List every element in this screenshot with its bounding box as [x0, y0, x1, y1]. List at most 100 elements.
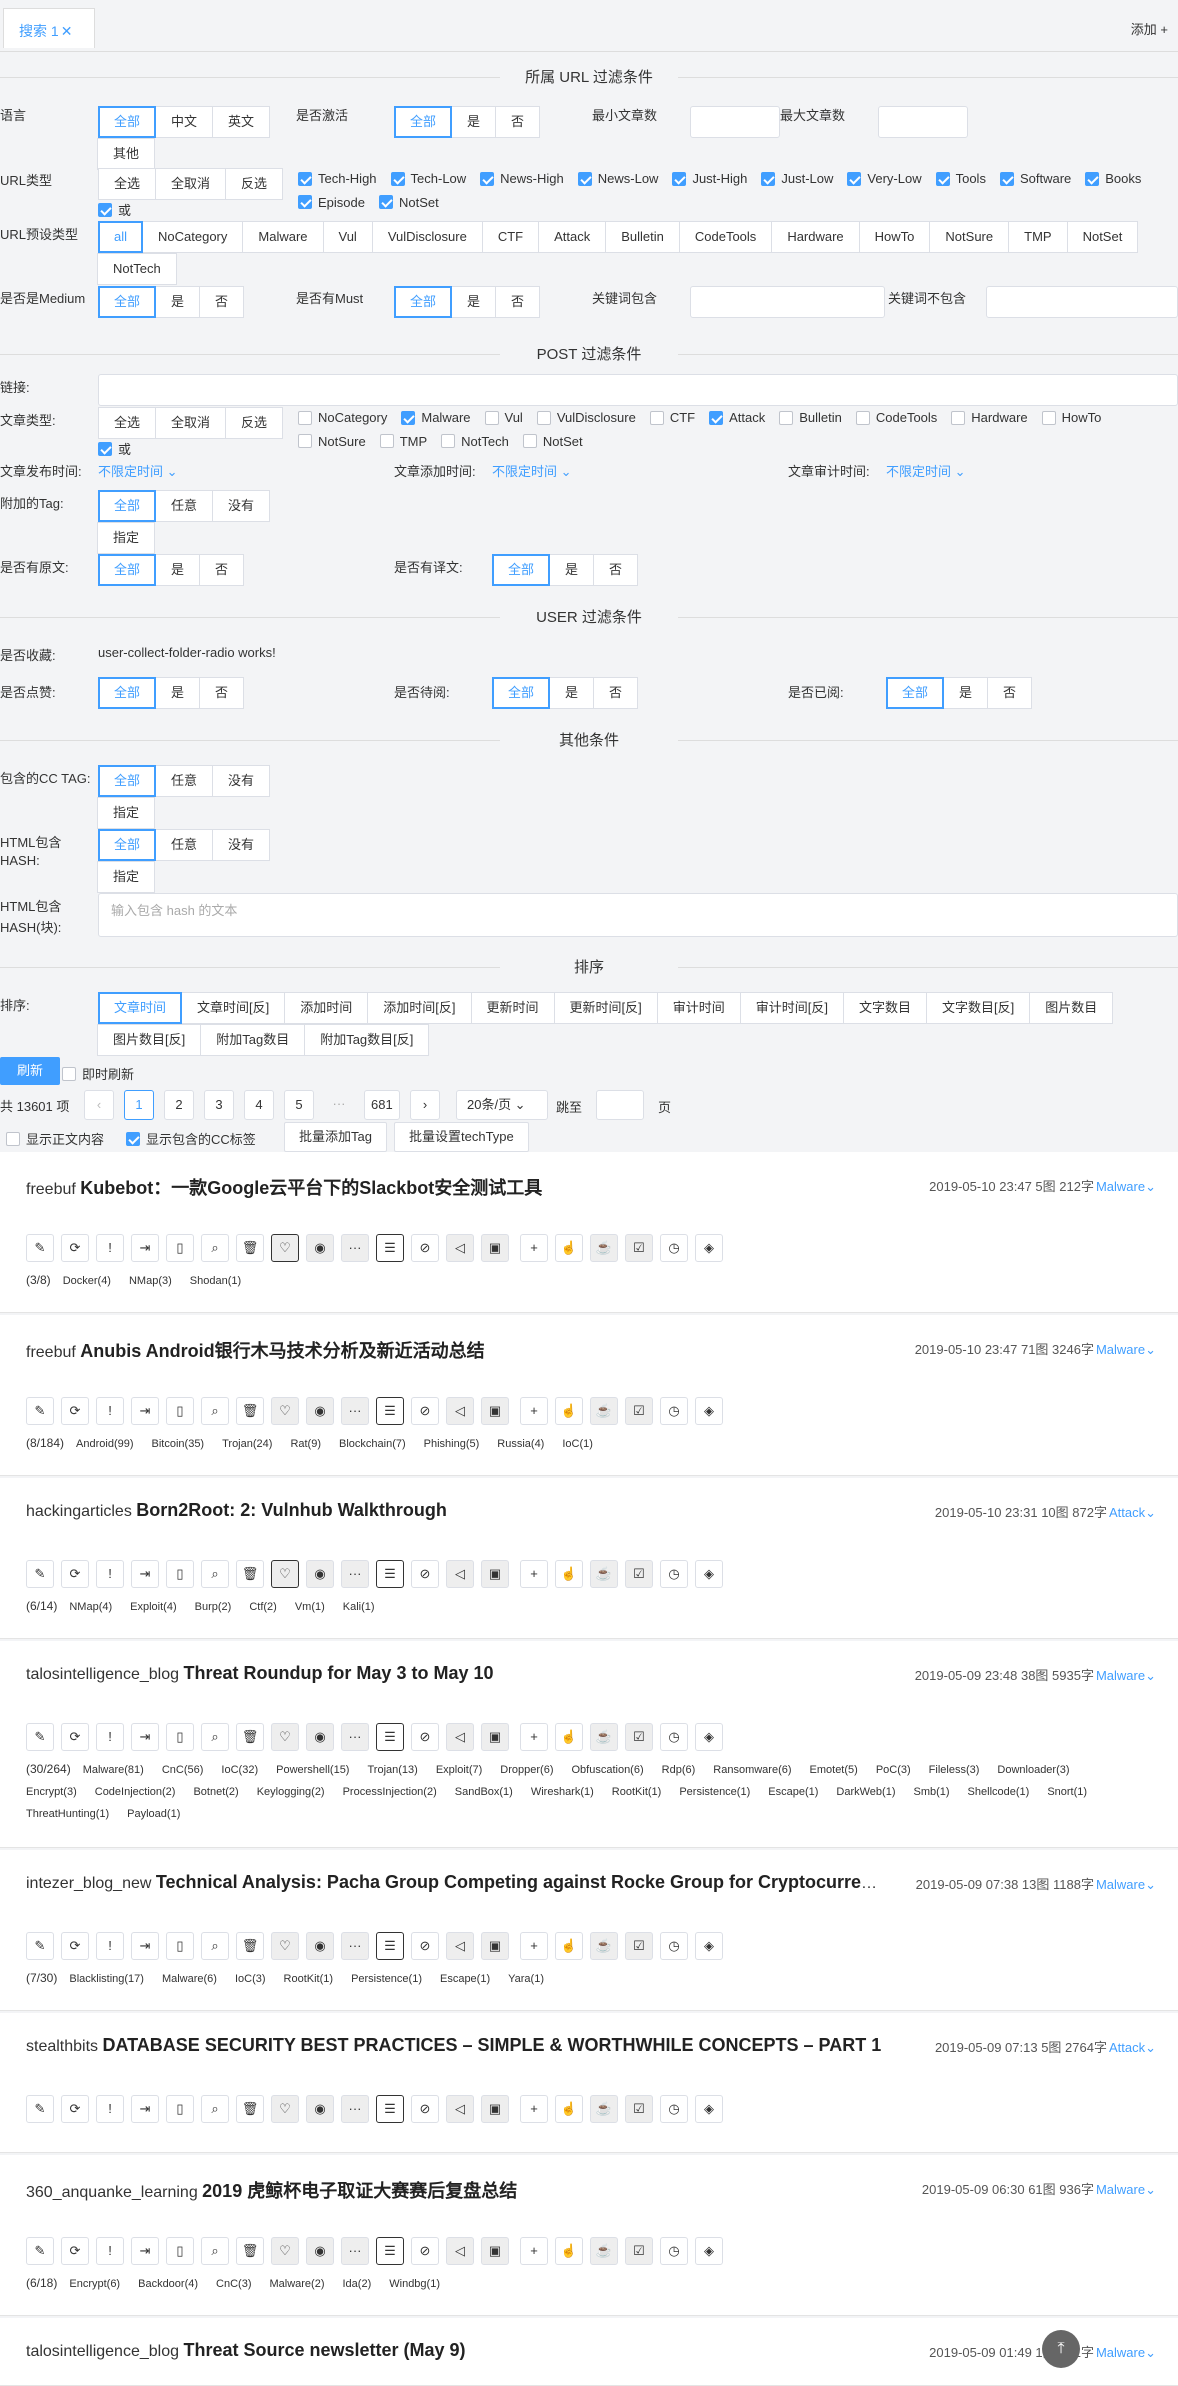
forward-icon[interactable]: ⇥: [131, 1932, 159, 1960]
post-category-select[interactable]: Attack⌄: [1109, 2040, 1156, 2055]
bulb-icon[interactable]: ♡: [271, 1234, 299, 1262]
coffee-icon[interactable]: ☕: [590, 1723, 618, 1751]
thumbs-up-icon[interactable]: ☝: [555, 1397, 583, 1425]
coffee-icon[interactable]: ☕: [590, 1234, 618, 1262]
list-icon[interactable]: ☰: [376, 1723, 404, 1751]
delete-icon[interactable]: 🗑: [236, 2095, 264, 2123]
copy-icon[interactable]: ▯: [166, 2095, 194, 2123]
audit-time-select[interactable]: 不限定时间 ⌄: [886, 461, 966, 480]
alert-icon[interactable]: !: [96, 2237, 124, 2265]
attached-tag-radio-option[interactable]: 指定: [97, 522, 156, 554]
todo-radio-option[interactable]: 否: [593, 677, 639, 709]
html-hash-radio-option[interactable]: 没有: [212, 829, 271, 861]
search-icon[interactable]: ⌕: [201, 1234, 229, 1262]
thumbs-up-icon[interactable]: ☝: [555, 1234, 583, 1262]
lang-radio-option[interactable]: 其他: [97, 138, 156, 170]
eye-icon[interactable]: ◉: [306, 1397, 334, 1425]
post-tag[interactable]: Ransomware(6): [713, 1759, 791, 1781]
checkbox-box[interactable]: [761, 171, 776, 186]
checkbox-box[interactable]: [847, 171, 862, 186]
post-tag[interactable]: CnC(56): [162, 1759, 204, 1781]
tag-icon[interactable]: ◈: [695, 1723, 723, 1751]
like-radio-option[interactable]: 是: [155, 677, 201, 709]
attached-tag-radio-option[interactable]: 任意: [155, 490, 214, 522]
html-hash-radio-option[interactable]: 全部: [98, 829, 157, 861]
search-icon[interactable]: ⌕: [201, 1560, 229, 1588]
post-tag[interactable]: Ida(2): [343, 2273, 372, 2295]
coffee-icon[interactable]: ☕: [590, 1560, 618, 1588]
url-preset-radio-option[interactable]: CTF: [481, 221, 540, 253]
checkbox-box[interactable]: [62, 1066, 76, 1081]
sort-radio-option[interactable]: 审计时间[反]: [739, 992, 844, 1024]
post-tag[interactable]: ThreatHunting(1): [26, 1803, 109, 1825]
refresh-icon[interactable]: ⟳: [61, 1397, 89, 1425]
more-icon[interactable]: ···: [341, 2095, 369, 2123]
show-body-checkbox[interactable]: 显示正文内容: [6, 1129, 104, 1148]
copy-icon[interactable]: ▯: [166, 1932, 194, 1960]
post-tag[interactable]: Exploit(4): [130, 1596, 176, 1618]
coffee-icon[interactable]: ☕: [590, 2095, 618, 2123]
mute-icon[interactable]: ◁: [446, 1397, 474, 1425]
page-ellipsis[interactable]: ···: [324, 1090, 354, 1120]
clock-icon[interactable]: ◷: [660, 1397, 688, 1425]
checkbox-box[interactable]: [298, 171, 312, 186]
checkbox-box[interactable]: [98, 202, 112, 217]
tag-icon[interactable]: ◈: [695, 1397, 723, 1425]
post-title[interactable]: 2019 虎鲸杯电子取证大赛赛后复盘总结: [202, 2181, 517, 2201]
clock-icon[interactable]: ◷: [660, 1723, 688, 1751]
url-preset-radio-option[interactable]: NoCategory: [142, 221, 244, 253]
alert-icon[interactable]: !: [96, 1397, 124, 1425]
url-type-checks-checkbox[interactable]: Episode: [298, 192, 365, 213]
sort-radio-option[interactable]: 文字数目[反]: [926, 992, 1031, 1024]
medium-radio-option[interactable]: 是: [155, 286, 201, 318]
post-type-checks-checkbox[interactable]: NotSure: [298, 431, 366, 452]
post-tag[interactable]: Rat(9): [290, 1433, 321, 1455]
attached-tag-radio-option[interactable]: 没有: [212, 490, 271, 522]
refresh-icon[interactable]: ⟳: [61, 1723, 89, 1751]
sort-radio-option[interactable]: 图片数目: [1029, 992, 1114, 1024]
checkbox-box[interactable]: [951, 410, 966, 425]
has-original-radio-option[interactable]: 全部: [98, 554, 157, 586]
eye-icon[interactable]: ◉: [306, 1932, 334, 1960]
clock-icon[interactable]: ◷: [660, 2095, 688, 2123]
checkbox-box[interactable]: [441, 434, 456, 448]
link-icon[interactable]: ⊘: [411, 2237, 439, 2265]
post-category-select[interactable]: Malware⌄: [1096, 2182, 1156, 2197]
edit-icon[interactable]: ✎: [26, 2237, 54, 2265]
tag-icon[interactable]: ◈: [695, 2095, 723, 2123]
checkbox-box[interactable]: [999, 171, 1014, 186]
post-title[interactable]: Technical Analysis: Pacha Group Competin…: [156, 1872, 886, 1892]
list-icon[interactable]: ☰: [376, 1397, 404, 1425]
post-tag[interactable]: Ctf(2): [249, 1596, 277, 1618]
search-icon[interactable]: ⌕: [201, 1932, 229, 1960]
active-radio-option[interactable]: 全部: [394, 106, 453, 138]
edit-icon[interactable]: ✎: [26, 1397, 54, 1425]
post-category-select[interactable]: Malware⌄: [1096, 2345, 1156, 2360]
tag-icon[interactable]: ◈: [695, 1932, 723, 1960]
url-type-checks-checkbox[interactable]: News-Low: [577, 168, 658, 189]
max-count-input[interactable]: [878, 106, 968, 138]
post-tag[interactable]: Android(99): [76, 1433, 133, 1455]
thumbs-up-icon[interactable]: ☝: [555, 1932, 583, 1960]
sort-radio-option[interactable]: 添加时间[反]: [367, 992, 472, 1024]
edit-icon[interactable]: ✎: [26, 1234, 54, 1262]
mute-icon[interactable]: ◁: [446, 1234, 474, 1262]
url-type-buttons-option[interactable]: 全选: [98, 168, 157, 200]
post-tag[interactable]: Rdp(6): [662, 1759, 696, 1781]
copy-icon[interactable]: ▯: [166, 1560, 194, 1588]
post-type-checks-checkbox[interactable]: NotTech: [441, 431, 509, 452]
checkbox-box[interactable]: [709, 410, 724, 425]
post-tag[interactable]: Shodan(1): [190, 1270, 241, 1292]
checkbox-box[interactable]: [522, 434, 537, 448]
archive-icon[interactable]: ▣: [481, 1560, 509, 1588]
post-tag[interactable]: PoC(3): [876, 1759, 911, 1781]
post-tag[interactable]: Powershell(15): [276, 1759, 349, 1781]
sort-radio-option[interactable]: 添加时间: [284, 992, 369, 1024]
post-tag[interactable]: Malware(81): [83, 1759, 144, 1781]
hash-block-textarea[interactable]: 输入包含 hash 的文本: [98, 893, 1178, 937]
post-tag[interactable]: Malware(2): [269, 2273, 324, 2295]
mute-icon[interactable]: ◁: [446, 2237, 474, 2265]
pub-time-select[interactable]: 不限定时间 ⌄: [98, 461, 178, 480]
post-type-checks-checkbox[interactable]: HowTo: [1041, 407, 1101, 428]
post-tag[interactable]: IoC(1): [562, 1433, 593, 1455]
